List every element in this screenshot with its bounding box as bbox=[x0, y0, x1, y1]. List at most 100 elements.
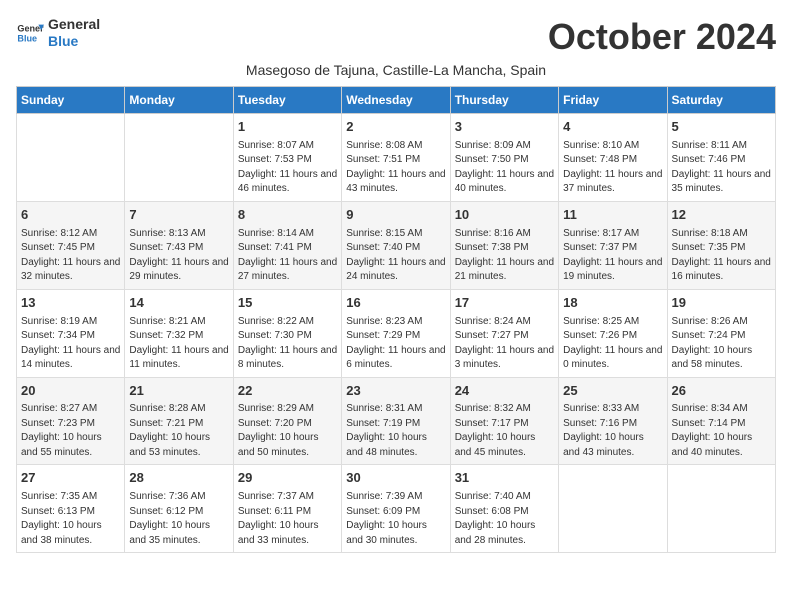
day-info: Sunrise: 8:22 AM Sunset: 7:30 PM Dayligh… bbox=[238, 315, 337, 373]
day-number: 25 bbox=[563, 382, 662, 401]
week-row-1: 1 Sunrise: 8:07 AM Sunset: 7:53 PM Daylig… bbox=[17, 114, 776, 202]
day-number: 27 bbox=[21, 469, 120, 488]
calendar-cell: 7 Sunrise: 8:13 AM Sunset: 7:43 PM Daylig… bbox=[125, 201, 233, 289]
day-info: Sunrise: 7:37 AM Sunset: 6:11 PM Dayligh… bbox=[238, 490, 337, 548]
week-row-3: 13 Sunrise: 8:19 AM Sunset: 7:34 PM Dayli… bbox=[17, 289, 776, 377]
day-info: Sunrise: 8:24 AM Sunset: 7:27 PM Dayligh… bbox=[455, 315, 554, 373]
day-info: Sunrise: 8:09 AM Sunset: 7:50 PM Dayligh… bbox=[455, 139, 554, 197]
calendar-cell: 10 Sunrise: 8:16 AM Sunset: 7:38 PM Dayli… bbox=[450, 201, 558, 289]
logo-line2: Blue bbox=[48, 33, 100, 50]
day-info: Sunrise: 8:29 AM Sunset: 7:20 PM Dayligh… bbox=[238, 402, 337, 460]
day-info: Sunrise: 8:10 AM Sunset: 7:48 PM Dayligh… bbox=[563, 139, 662, 197]
day-info: Sunrise: 8:33 AM Sunset: 7:16 PM Dayligh… bbox=[563, 402, 662, 460]
day-info: Sunrise: 8:25 AM Sunset: 7:26 PM Dayligh… bbox=[563, 315, 662, 373]
day-number: 1 bbox=[238, 118, 337, 137]
calendar-cell: 4 Sunrise: 8:10 AM Sunset: 7:48 PM Daylig… bbox=[559, 114, 667, 202]
day-number: 8 bbox=[238, 206, 337, 225]
logo-icon: General Blue bbox=[16, 19, 44, 47]
day-number: 15 bbox=[238, 294, 337, 313]
calendar-cell: 9Sunrise: 8:15 AM Sunset: 7:40 PM Daylig… bbox=[342, 201, 450, 289]
day-info: Sunrise: 8:11 AM Sunset: 7:46 PM Dayligh… bbox=[672, 139, 771, 197]
calendar-cell bbox=[125, 114, 233, 202]
calendar-cell: 12 Sunrise: 8:18 AM Sunset: 7:35 PM Dayli… bbox=[667, 201, 775, 289]
day-number: 2 bbox=[346, 118, 445, 137]
week-row-4: 20Sunrise: 8:27 AM Sunset: 7:23 PM Dayli… bbox=[17, 377, 776, 465]
day-number: 22 bbox=[238, 382, 337, 401]
header-day-thursday: Thursday bbox=[450, 87, 558, 114]
calendar-header: SundayMondayTuesdayWednesdayThursdayFrid… bbox=[17, 87, 776, 114]
day-info: Sunrise: 8:07 AM Sunset: 7:53 PM Dayligh… bbox=[238, 139, 337, 197]
day-number: 5 bbox=[672, 118, 771, 137]
day-number: 26 bbox=[672, 382, 771, 401]
day-number: 29 bbox=[238, 469, 337, 488]
calendar-cell: 3 Sunrise: 8:09 AM Sunset: 7:50 PM Daylig… bbox=[450, 114, 558, 202]
calendar-cell: 23Sunrise: 8:31 AM Sunset: 7:19 PM Dayli… bbox=[342, 377, 450, 465]
day-number: 14 bbox=[129, 294, 228, 313]
calendar-cell bbox=[667, 465, 775, 553]
day-number: 13 bbox=[21, 294, 120, 313]
calendar-cell: 28 Sunrise: 7:36 AM Sunset: 6:12 PM Dayli… bbox=[125, 465, 233, 553]
day-number: 19 bbox=[672, 294, 771, 313]
day-number: 28 bbox=[129, 469, 228, 488]
header-day-saturday: Saturday bbox=[667, 87, 775, 114]
day-number: 17 bbox=[455, 294, 554, 313]
day-info: Sunrise: 8:18 AM Sunset: 7:35 PM Dayligh… bbox=[672, 227, 771, 285]
day-info: Sunrise: 7:39 AM Sunset: 6:09 PM Dayligh… bbox=[346, 490, 445, 548]
day-number: 3 bbox=[455, 118, 554, 137]
calendar-cell: 5 Sunrise: 8:11 AM Sunset: 7:46 PM Daylig… bbox=[667, 114, 775, 202]
day-number: 20 bbox=[21, 382, 120, 401]
week-row-2: 6Sunrise: 8:12 AM Sunset: 7:45 PM Daylig… bbox=[17, 201, 776, 289]
day-info: Sunrise: 8:28 AM Sunset: 7:21 PM Dayligh… bbox=[129, 402, 228, 460]
calendar-cell: 19 Sunrise: 8:26 AM Sunset: 7:24 PM Dayli… bbox=[667, 289, 775, 377]
day-info: Sunrise: 8:32 AM Sunset: 7:17 PM Dayligh… bbox=[455, 402, 554, 460]
calendar-table: SundayMondayTuesdayWednesdayThursdayFrid… bbox=[16, 86, 776, 553]
day-info: Sunrise: 8:17 AM Sunset: 7:37 PM Dayligh… bbox=[563, 227, 662, 285]
day-number: 18 bbox=[563, 294, 662, 313]
header-day-monday: Monday bbox=[125, 87, 233, 114]
day-number: 10 bbox=[455, 206, 554, 225]
day-info: Sunrise: 8:14 AM Sunset: 7:41 PM Dayligh… bbox=[238, 227, 337, 285]
header: General Blue General Blue October 2024 bbox=[16, 16, 776, 58]
day-info: Sunrise: 7:36 AM Sunset: 6:12 PM Dayligh… bbox=[129, 490, 228, 548]
calendar-cell: 22Sunrise: 8:29 AM Sunset: 7:20 PM Dayli… bbox=[233, 377, 341, 465]
header-day-wednesday: Wednesday bbox=[342, 87, 450, 114]
day-info: Sunrise: 8:15 AM Sunset: 7:40 PM Dayligh… bbox=[346, 227, 445, 285]
day-info: Sunrise: 7:35 AM Sunset: 6:13 PM Dayligh… bbox=[21, 490, 120, 548]
day-number: 31 bbox=[455, 469, 554, 488]
day-number: 30 bbox=[346, 469, 445, 488]
calendar-cell: 13 Sunrise: 8:19 AM Sunset: 7:34 PM Dayli… bbox=[17, 289, 125, 377]
calendar-cell: 16Sunrise: 8:23 AM Sunset: 7:29 PM Dayli… bbox=[342, 289, 450, 377]
day-info: Sunrise: 8:21 AM Sunset: 7:32 PM Dayligh… bbox=[129, 315, 228, 373]
calendar-cell: 8 Sunrise: 8:14 AM Sunset: 7:41 PM Daylig… bbox=[233, 201, 341, 289]
calendar-cell: 15 Sunrise: 8:22 AM Sunset: 7:30 PM Dayli… bbox=[233, 289, 341, 377]
svg-text:Blue: Blue bbox=[17, 33, 37, 43]
calendar-cell: 20Sunrise: 8:27 AM Sunset: 7:23 PM Dayli… bbox=[17, 377, 125, 465]
day-info: Sunrise: 8:08 AM Sunset: 7:51 PM Dayligh… bbox=[346, 139, 445, 197]
logo: General Blue General Blue bbox=[16, 16, 100, 50]
calendar-cell: 25Sunrise: 8:33 AM Sunset: 7:16 PM Dayli… bbox=[559, 377, 667, 465]
day-number: 12 bbox=[672, 206, 771, 225]
day-info: Sunrise: 8:31 AM Sunset: 7:19 PM Dayligh… bbox=[346, 402, 445, 460]
day-number: 24 bbox=[455, 382, 554, 401]
header-day-friday: Friday bbox=[559, 87, 667, 114]
day-number: 7 bbox=[129, 206, 228, 225]
day-info: Sunrise: 8:34 AM Sunset: 7:14 PM Dayligh… bbox=[672, 402, 771, 460]
calendar-cell: 18 Sunrise: 8:25 AM Sunset: 7:26 PM Dayli… bbox=[559, 289, 667, 377]
calendar-cell: 26Sunrise: 8:34 AM Sunset: 7:14 PM Dayli… bbox=[667, 377, 775, 465]
day-info: Sunrise: 8:16 AM Sunset: 7:38 PM Dayligh… bbox=[455, 227, 554, 285]
day-number: 4 bbox=[563, 118, 662, 137]
day-info: Sunrise: 8:13 AM Sunset: 7:43 PM Dayligh… bbox=[129, 227, 228, 285]
day-info: Sunrise: 7:40 AM Sunset: 6:08 PM Dayligh… bbox=[455, 490, 554, 548]
day-info: Sunrise: 8:27 AM Sunset: 7:23 PM Dayligh… bbox=[21, 402, 120, 460]
subtitle: Masegoso de Tajuna, Castille-La Mancha, … bbox=[16, 62, 776, 78]
month-title: October 2024 bbox=[548, 16, 776, 58]
calendar-cell: 27 Sunrise: 7:35 AM Sunset: 6:13 PM Dayli… bbox=[17, 465, 125, 553]
calendar-cell: 6Sunrise: 8:12 AM Sunset: 7:45 PM Daylig… bbox=[17, 201, 125, 289]
calendar-cell bbox=[559, 465, 667, 553]
day-info: Sunrise: 8:19 AM Sunset: 7:34 PM Dayligh… bbox=[21, 315, 120, 373]
day-number: 6 bbox=[21, 206, 120, 225]
day-info: Sunrise: 8:26 AM Sunset: 7:24 PM Dayligh… bbox=[672, 315, 771, 373]
day-number: 16 bbox=[346, 294, 445, 313]
day-number: 23 bbox=[346, 382, 445, 401]
header-day-tuesday: Tuesday bbox=[233, 87, 341, 114]
